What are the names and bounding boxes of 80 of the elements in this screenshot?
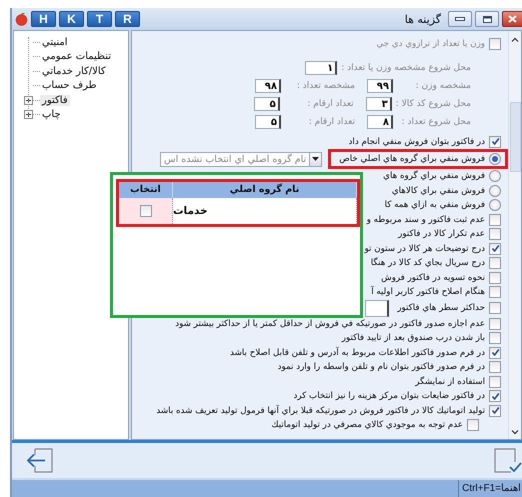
app-icon[interactable] — [15, 12, 28, 26]
checkbox-label: نحوه تسويه در فاكتور فروش — [381, 272, 485, 283]
radio-button[interactable] — [489, 184, 501, 197]
radio-label: فروش منفي براي گروه هاي اصلي خاص — [339, 154, 485, 164]
maximize-button[interactable] — [475, 11, 499, 27]
field-label: محل شروع كد كالا : — [396, 98, 471, 108]
checkbox[interactable] — [467, 419, 479, 432]
confirm-button[interactable] — [494, 448, 522, 473]
checkbox-label: درج سريال بجاي كد كالا در هنگا — [370, 258, 485, 268]
expand-icon[interactable] — [24, 96, 33, 105]
scroll-down-icon[interactable] — [511, 428, 519, 436]
back-button[interactable] — [26, 448, 54, 473]
checkbox-label: در فرم صدور فاكتور اطلاعات مربوط به آدرس و تلفن قابل اصلاح باشد — [230, 348, 485, 358]
radio-button[interactable] — [489, 170, 501, 182]
column-header[interactable]: نام گروه اصلي — [173, 182, 357, 198]
minimize-button[interactable] — [448, 11, 472, 27]
checkbox[interactable] — [489, 228, 501, 240]
field-label: مشخصه تعداد : — [296, 80, 355, 90]
radio-button[interactable] — [489, 199, 501, 212]
tree-item[interactable]: تنظيمات عمومي — [40, 51, 114, 62]
number-field[interactable] — [365, 300, 390, 316]
checkbox[interactable] — [489, 136, 501, 148]
checkbox-label: عدم توجه به موجودي كالاي مصرفي در توليد اتوماتيك — [271, 420, 463, 430]
radio-button[interactable] — [489, 153, 501, 165]
close-icon — [508, 15, 517, 23]
checkbox[interactable] — [489, 376, 501, 388]
checkbox-label: عدم ثبت فاكتور و سند مربوطه و — [366, 214, 485, 225]
checkbox[interactable] — [140, 205, 152, 217]
tree-item[interactable]: فاكتور — [40, 94, 70, 106]
maximize-icon — [482, 16, 492, 22]
checkbox[interactable] — [489, 302, 501, 314]
checkbox-label: در فاكتور ضايعات بتوان مركز هزينه را نيز انتخاب كرد — [293, 391, 485, 402]
checkbox[interactable] — [489, 318, 501, 330]
checkbox[interactable] — [489, 390, 501, 402]
checkbox[interactable] — [489, 286, 501, 298]
checkbox-label: حداكثر سطر هاي فاكتور — [397, 303, 485, 313]
field-label: مشخصه وزن : — [414, 80, 471, 90]
scrollbar-thumb[interactable] — [510, 102, 520, 172]
tree-item[interactable]: امنيتي — [40, 36, 70, 48]
checkbox-label: عدم اجازه صدور فاكتور در صورتيكه في فروش از حداقل كمتر يا از حداكثر بيشتر شود — [175, 318, 485, 329]
radio-label: فروش منفي براي گروه هاي — [383, 171, 485, 182]
checkbox-label: درج توضيحات هر كالا در ستون تو — [364, 244, 485, 254]
checkbox[interactable] — [489, 404, 501, 417]
checkbox[interactable] — [489, 361, 501, 374]
checkbox-label: هنگام اصلاح فاكتور كاربر اوليه آ — [371, 287, 485, 298]
checkbox-label: در فاكتور بتوان فروش منفي انجام داد — [348, 136, 485, 147]
field-label: محل شروع مشخصه وزن يا تعداد : — [341, 62, 471, 72]
checkbox[interactable] — [489, 242, 501, 255]
checkbox[interactable] — [489, 257, 501, 270]
expand-icon[interactable] — [24, 110, 33, 120]
status-text: Ctrl+F1=اهنما — [458, 480, 522, 497]
minimize-icon — [455, 17, 465, 21]
radio-label: فروش منفي براي كالاهاي — [392, 186, 485, 196]
field-label: تعداد ارقام : — [306, 98, 354, 108]
checkbox[interactable] — [489, 346, 501, 359]
field-label: تعداد ارقام : — [308, 116, 355, 126]
tree-item[interactable]: طرف حساب — [40, 80, 99, 92]
field-label: محل شروع تعداد : — [400, 116, 471, 126]
checkbox-label: وزن يا تعداد از ترازوي دي جي — [376, 39, 485, 50]
shortcut-button[interactable]: T — [87, 11, 112, 27]
shortcut-button[interactable]: K — [59, 11, 84, 27]
checkbox-label: در فرم صدور فاكتور بتوان نام و تلفن واسطه را وارد نمود — [278, 362, 485, 372]
window-title: گزينه ها — [404, 12, 441, 26]
checkbox-label: باز شدن درب صندوق بعد از تاييد فاكتور — [342, 333, 485, 344]
checkbox-label: استفاده از نمايشگر — [415, 376, 485, 387]
dropdown-arrow-icon — [312, 157, 320, 161]
tree-item[interactable]: كالا/كار خدماتي — [40, 66, 108, 77]
checkbox-label: عدم تكرار كالا در فاكتور — [398, 229, 485, 240]
checkbox[interactable] — [489, 272, 501, 284]
checkbox[interactable] — [489, 332, 501, 344]
table-cell: خدمات — [173, 198, 357, 224]
checkbox[interactable] — [489, 214, 501, 226]
radio-label: فروش منفي به ازاي همه كا — [384, 200, 485, 210]
checkbox-label: توليد اتوماتيك كالا در فاكتور فروش در صورتيكه قبلا براي آنها فرمول توليد تعريف شده باشد — [156, 406, 485, 416]
column-header[interactable]: انتخاب — [119, 182, 173, 198]
scroll-up-icon[interactable] — [511, 36, 519, 44]
tree-item[interactable]: چاپ — [40, 109, 63, 120]
close-button[interactable] — [502, 11, 522, 27]
shortcut-button[interactable]: H — [31, 11, 56, 27]
shortcut-button[interactable]: R — [115, 11, 140, 27]
